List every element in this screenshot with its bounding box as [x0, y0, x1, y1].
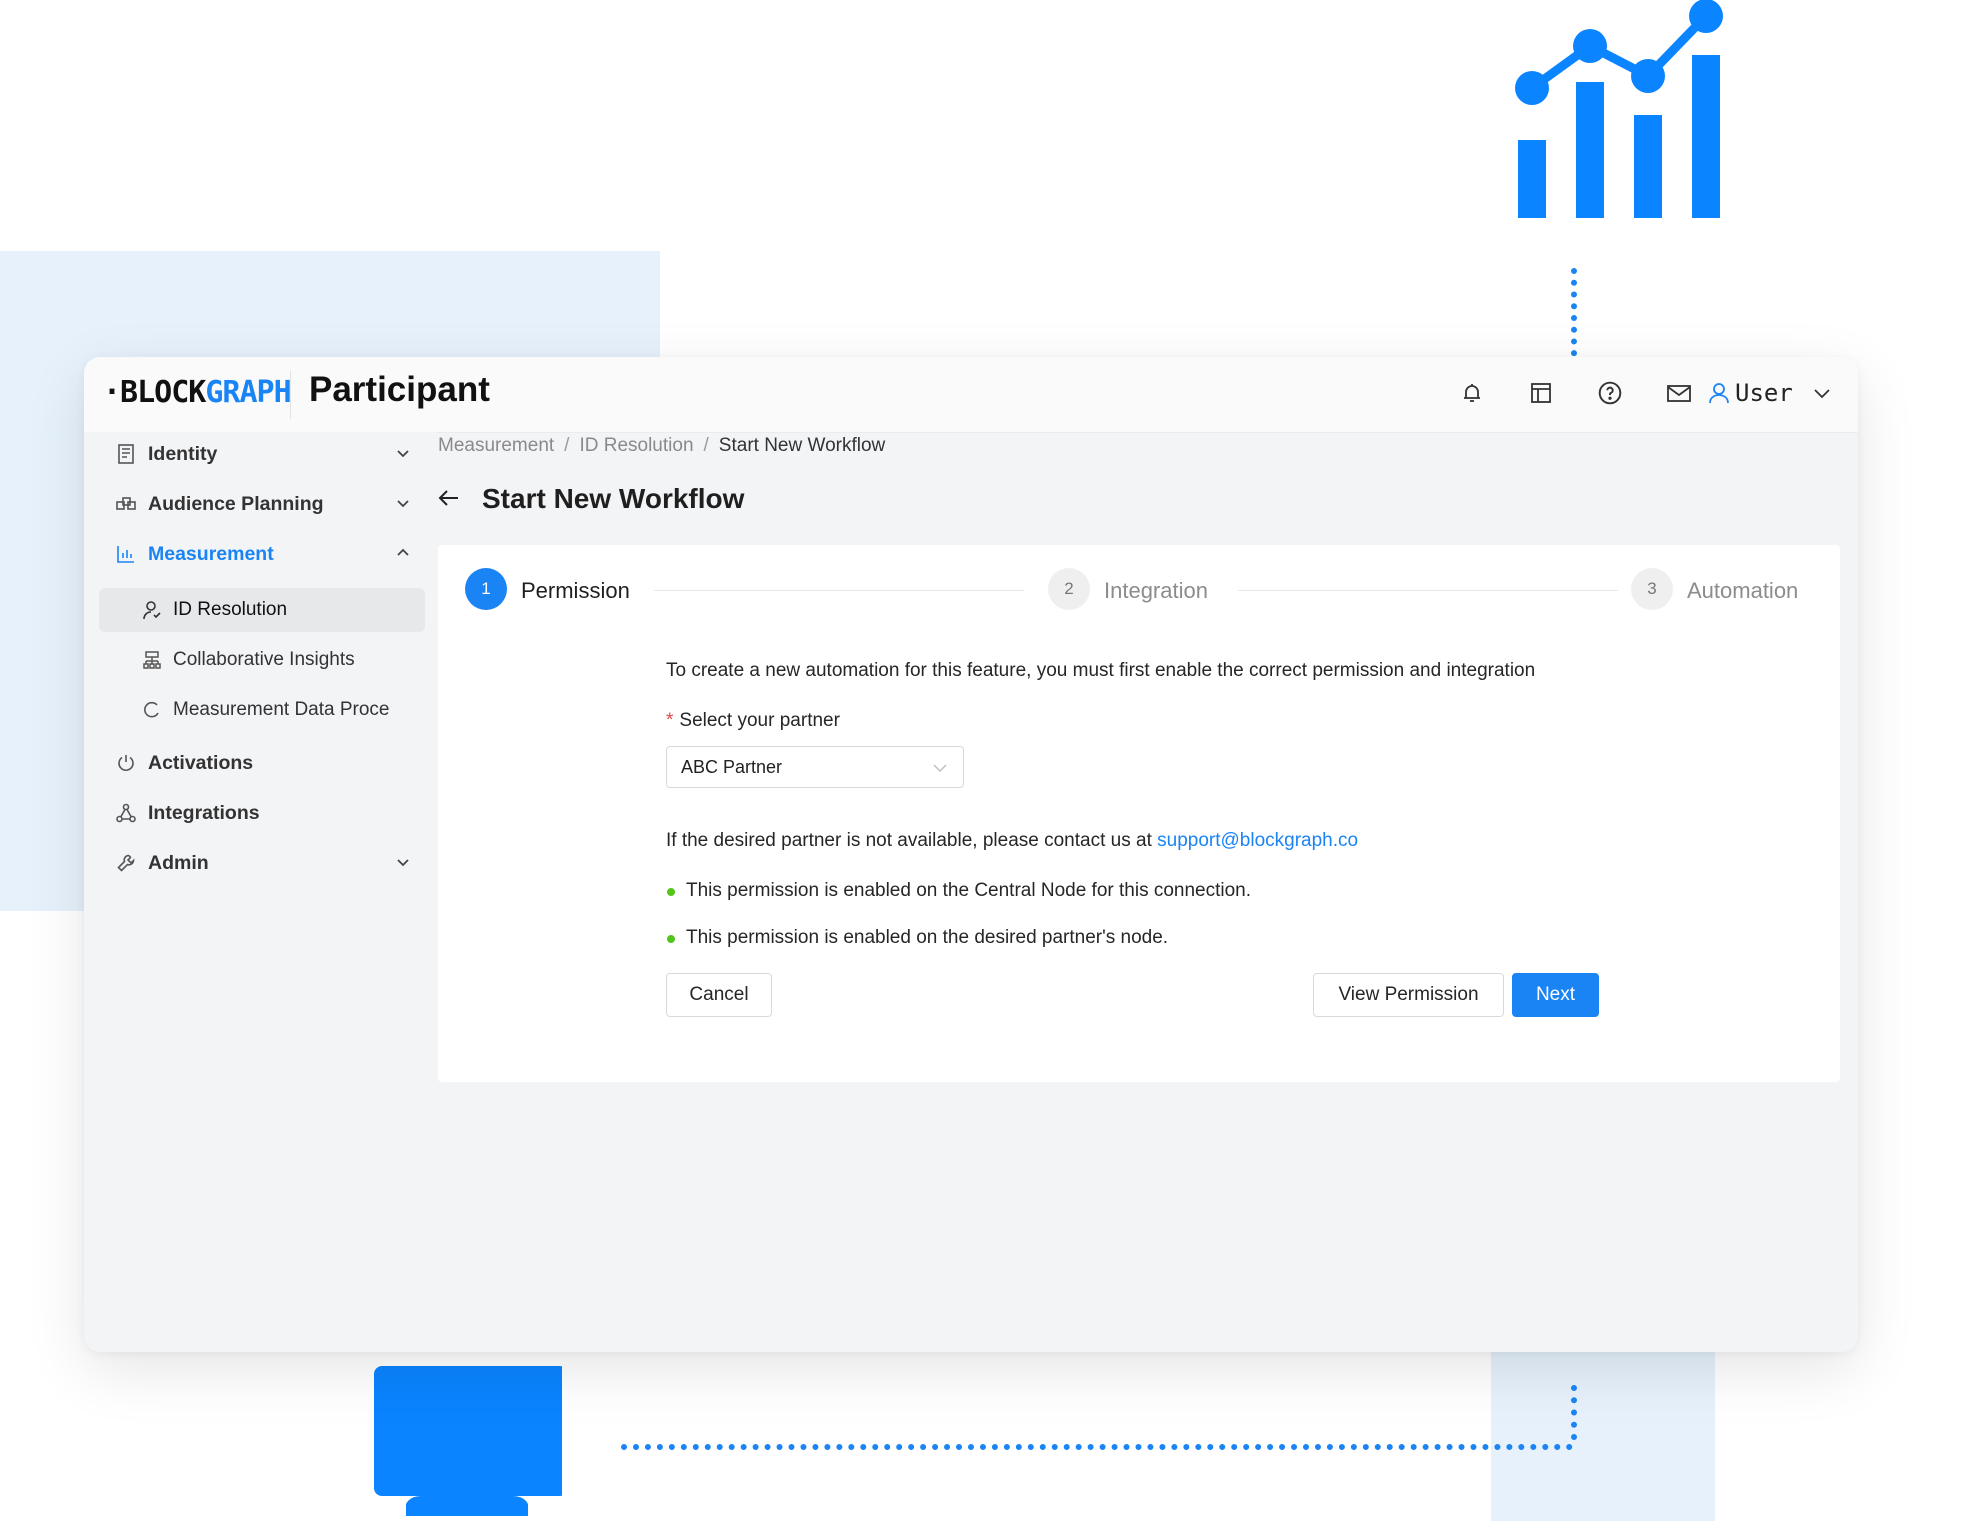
step-3-number: 3 — [1631, 568, 1673, 610]
app-title: Participant — [309, 370, 490, 409]
chevron-down-icon[interactable] — [1812, 383, 1832, 408]
workflow-card: 1 Permission 2 Integration 3 Automation … — [438, 545, 1840, 1082]
breadcrumb-id-resolution[interactable]: ID Resolution — [579, 435, 693, 456]
sidebar-item-integrations[interactable]: Integrations — [99, 791, 421, 835]
step-divider — [1238, 590, 1618, 591]
step-divider — [654, 590, 1024, 591]
sidebar: Identity Audience Planning Measurement I… — [84, 432, 436, 1352]
support-email-link[interactable]: support@blockgraph.co — [1157, 830, 1358, 851]
blockgraph-logo[interactable]: ·BLOCKGRAPH — [103, 375, 292, 410]
dotted-connector-bottom — [1571, 1385, 1577, 1440]
user-icon — [141, 600, 163, 620]
cancel-button[interactable]: Cancel — [666, 973, 772, 1017]
monitor-icon — [374, 1366, 562, 1516]
identity-icon — [115, 444, 137, 464]
sidebar-subitem-id-resolution[interactable]: ID Resolution — [99, 588, 425, 632]
user-icon[interactable] — [1704, 377, 1734, 409]
required-mark: * — [666, 710, 674, 731]
integrations-icon — [115, 803, 137, 823]
chevron-down-icon — [395, 494, 411, 517]
mail-icon[interactable] — [1663, 377, 1695, 409]
sidebar-item-admin[interactable]: Admin — [99, 841, 421, 885]
power-icon — [115, 753, 137, 773]
user-menu-label[interactable]: User — [1735, 379, 1793, 407]
step-1-label: Permission — [521, 578, 630, 603]
insights-icon — [141, 651, 163, 669]
partner-select[interactable]: ABC Partner — [666, 746, 964, 788]
analytics-chart-icon — [1515, 0, 1723, 218]
sidebar-subitem-measurement-data[interactable]: Measurement Data Proce — [99, 688, 425, 732]
partner-select-value: ABC Partner — [681, 756, 783, 777]
step-2-number: 2 — [1048, 568, 1090, 610]
check-partner-node: This permission is enabled on the desire… — [686, 927, 1169, 948]
check-bullet — [667, 935, 675, 943]
audience-icon — [115, 495, 137, 513]
breadcrumb-measurement[interactable]: Measurement — [438, 435, 554, 456]
check-bullet — [667, 888, 675, 896]
back-arrow-icon[interactable] — [436, 485, 462, 516]
sidebar-item-identity[interactable]: Identity — [99, 432, 421, 476]
step-1-number: 1 — [465, 568, 507, 610]
intro-text: To create a new automation for this feat… — [666, 660, 1536, 681]
app-window: ·BLOCKGRAPH Participant User Identity Au… — [84, 357, 1858, 1352]
help-icon[interactable] — [1594, 377, 1626, 409]
next-button[interactable]: Next — [1512, 973, 1599, 1017]
sidebar-item-audience-planning[interactable]: Audience Planning — [99, 482, 421, 526]
dotted-connector-top — [1571, 268, 1577, 368]
step-3-label: Automation — [1687, 578, 1799, 603]
sidebar-item-measurement[interactable]: Measurement — [99, 532, 421, 576]
top-bar: ·BLOCKGRAPH Participant User — [84, 357, 1858, 433]
logo-divider — [290, 371, 291, 419]
chevron-down-icon — [395, 444, 411, 467]
partner-label: * Select your partner — [666, 710, 840, 731]
breadcrumb: Measurement / ID Resolution / Start New Work… — [438, 435, 886, 456]
chevron-down-icon — [395, 853, 411, 876]
breadcrumb-current: Start New Workflow — [718, 435, 886, 456]
loading-icon — [141, 701, 163, 719]
page-title: Start New Workflow — [482, 483, 745, 514]
step-2-label: Integration — [1104, 578, 1208, 603]
layout-icon[interactable] — [1525, 377, 1557, 409]
check-central-node: This permission is enabled on the Centra… — [686, 880, 1252, 901]
wrench-icon — [115, 853, 137, 873]
view-permission-button[interactable]: View Permission — [1313, 973, 1504, 1017]
chevron-up-icon — [395, 544, 411, 567]
dotted-connector-horizontal — [621, 1444, 1573, 1450]
chevron-down-icon — [931, 758, 949, 781]
sidebar-item-activations[interactable]: Activations — [99, 741, 421, 785]
measurement-icon — [115, 545, 137, 563]
bell-icon[interactable] — [1456, 377, 1488, 409]
contact-text: If the desired partner is not available,… — [666, 830, 1359, 851]
sidebar-subitem-collaborative-insights[interactable]: Collaborative Insights — [99, 638, 425, 682]
